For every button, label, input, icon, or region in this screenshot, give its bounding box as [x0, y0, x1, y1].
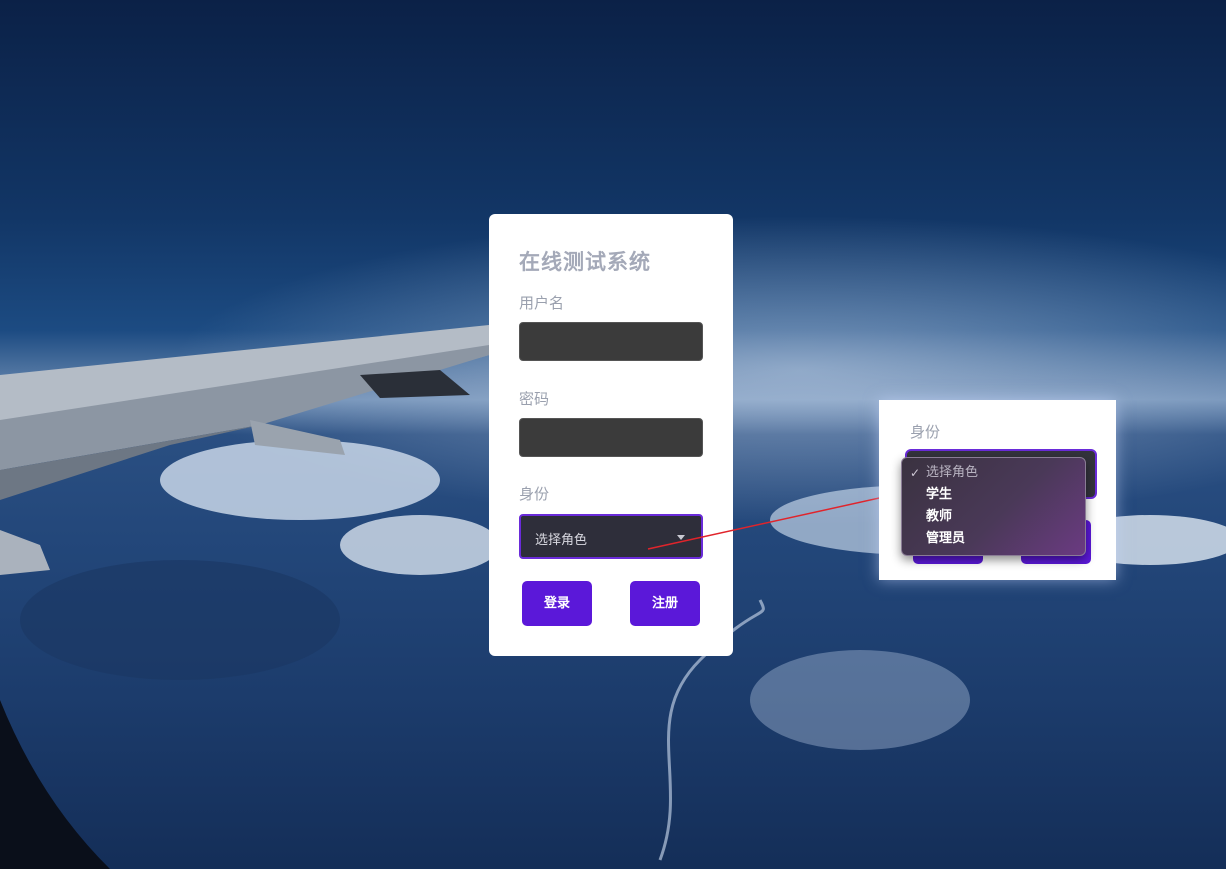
checkmark-icon: ✓	[910, 466, 921, 480]
role-dropdown-menu: ✓ 选择角色 学生 教师 管理员	[901, 457, 1086, 556]
username-label: 用户名	[519, 294, 565, 312]
role-option-label: 管理员	[926, 531, 966, 546]
username-input[interactable]	[519, 322, 703, 361]
role-option[interactable]: 管理员	[902, 528, 1085, 550]
role-option[interactable]: 教师	[902, 506, 1085, 528]
role-option[interactable]: ✓ 选择角色	[902, 462, 1085, 484]
chevron-down-icon	[677, 535, 685, 540]
role-label-zoom: 身份	[910, 423, 941, 441]
login-card: 在线测试系统 用户名 密码 身份 选择角色 登录 注册	[489, 214, 733, 656]
role-option-label: 选择角色	[926, 465, 979, 480]
role-option-label: 学生	[926, 487, 953, 502]
dropdown-zoom-inset: 身份 ✓ 选择角色 学生 教师 管理员	[879, 400, 1116, 580]
login-button[interactable]: 登录	[522, 581, 592, 626]
password-input[interactable]	[519, 418, 703, 457]
role-option-label: 教师	[926, 509, 953, 524]
role-label: 身份	[519, 485, 550, 503]
password-label: 密码	[519, 390, 550, 408]
role-option[interactable]: 学生	[902, 484, 1085, 506]
role-select[interactable]: 选择角色	[519, 514, 703, 559]
page-title: 在线测试系统	[519, 250, 651, 274]
register-button[interactable]: 注册	[630, 581, 700, 626]
role-select-value: 选择角色	[535, 533, 588, 548]
